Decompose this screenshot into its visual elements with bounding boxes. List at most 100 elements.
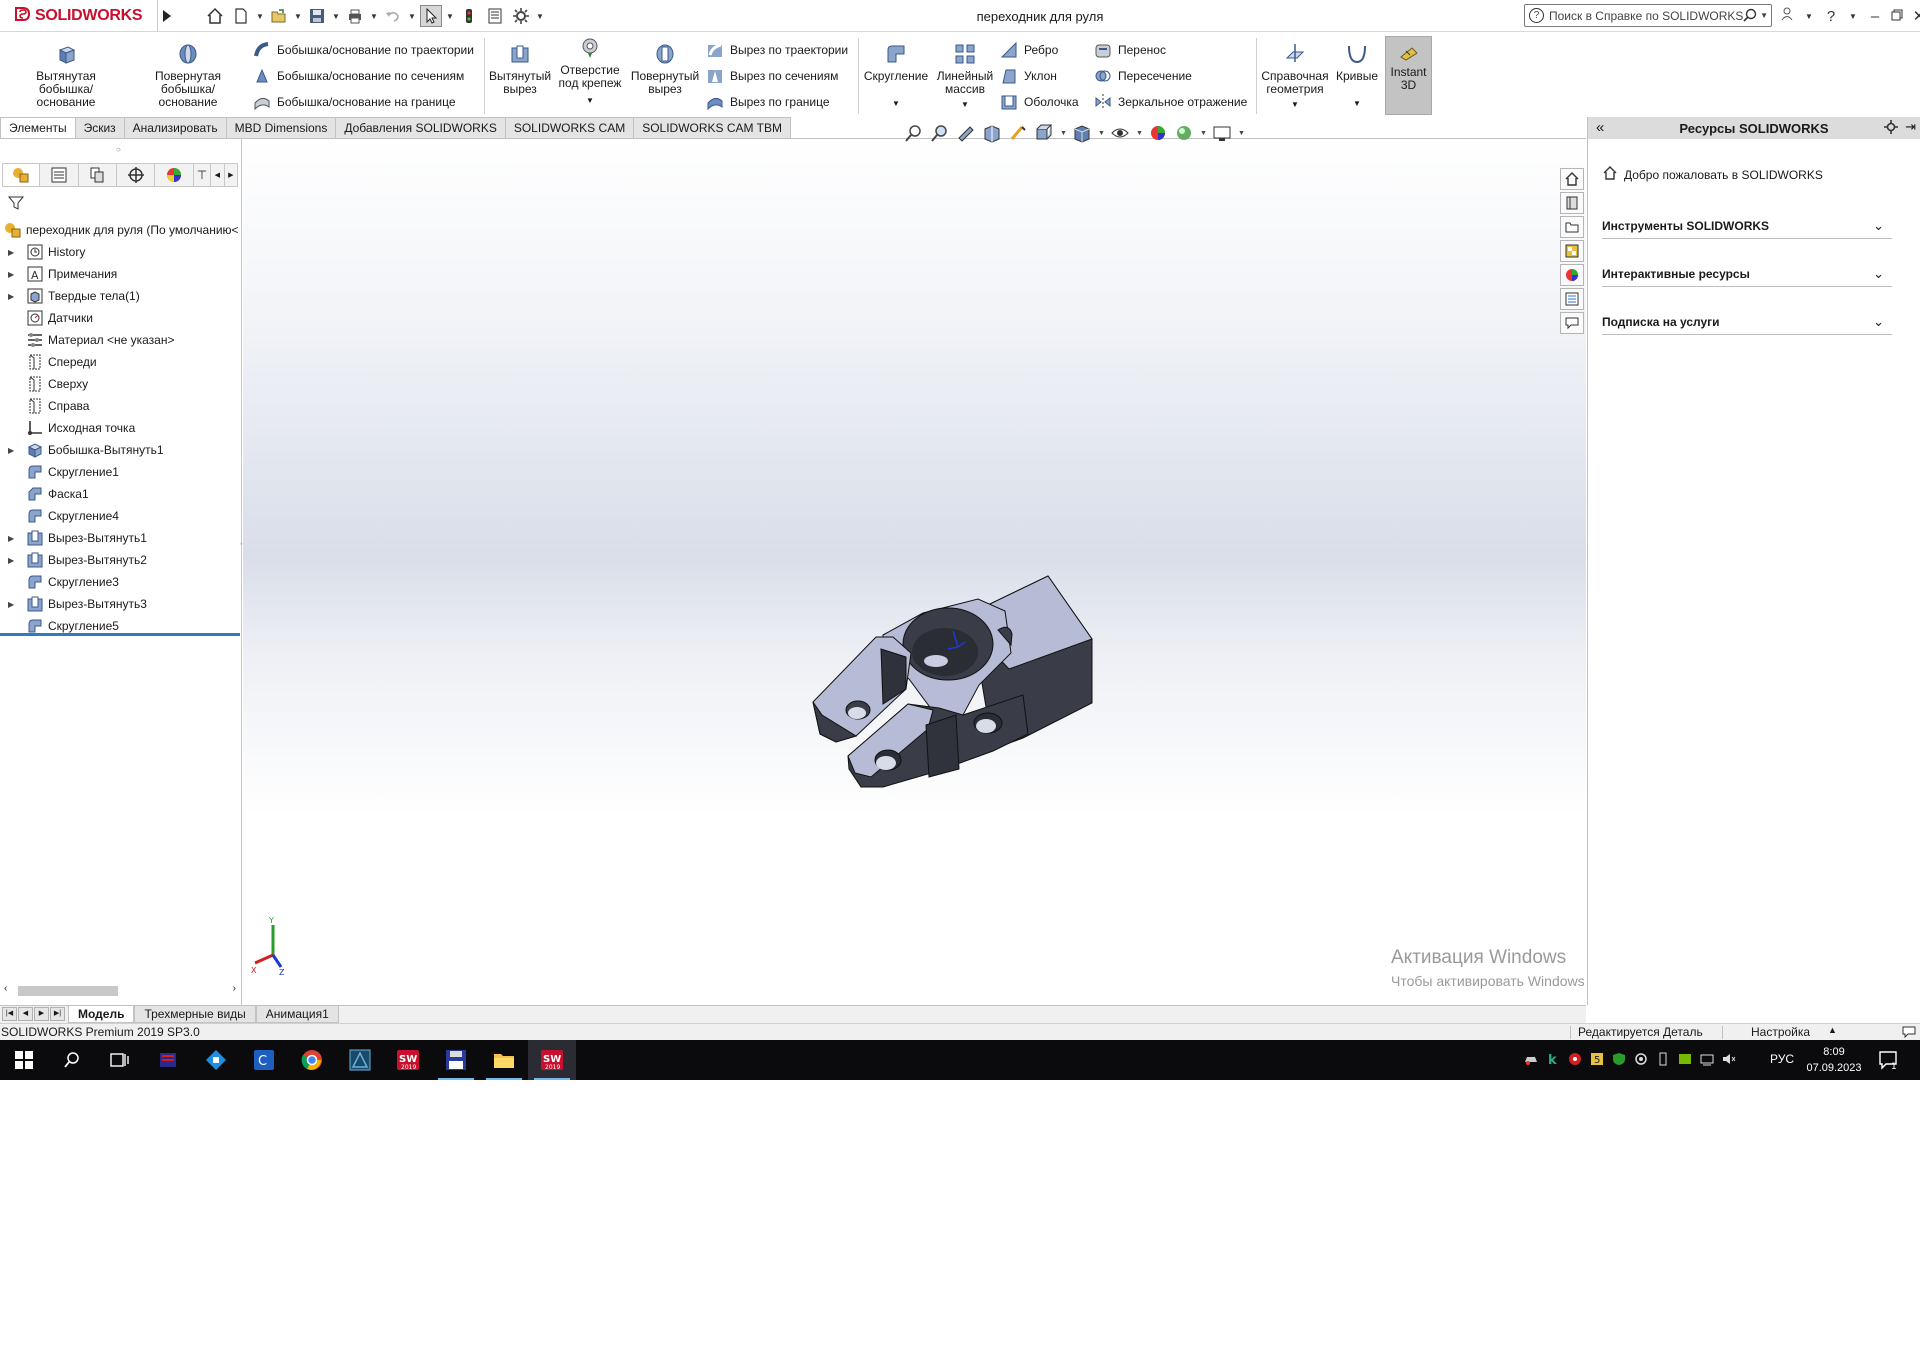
ccleaner-app-icon[interactable]: C	[240, 1040, 288, 1080]
welcome-link[interactable]: Добро пожаловать в SOLIDWORKS	[1602, 165, 1823, 184]
fillet-button[interactable]: Скругление ▼	[862, 42, 930, 110]
chevron-down-icon[interactable]: ▼	[1260, 98, 1330, 111]
tray-red-app-icon[interactable]	[1568, 1052, 1582, 1066]
tray-nvidia-icon[interactable]	[1678, 1052, 1692, 1066]
tree-item[interactable]: Спереди	[0, 351, 240, 373]
scroll-right-icon[interactable]: ›	[233, 983, 236, 994]
view-settings-icon[interactable]	[1212, 123, 1232, 143]
hide-show-items-icon[interactable]	[1110, 123, 1130, 143]
rollback-bar[interactable]	[0, 633, 240, 636]
chevron-down-icon[interactable]: ▼	[1802, 12, 1816, 21]
boundary-cut-button[interactable]: Вырез по границе	[706, 92, 830, 112]
tree-item[interactable]: Материал <не указан>	[0, 329, 240, 351]
tree-root-part[interactable]: переходник для руля (По умолчанию<	[0, 219, 240, 241]
pin-icon[interactable]: ⇥	[1905, 119, 1916, 135]
dimxpert-tab-icon[interactable]	[117, 163, 156, 187]
tree-item[interactable]: ▶ Вырез-Вытянуть3	[0, 593, 240, 615]
design-library-icon[interactable]	[1560, 192, 1584, 214]
search-icon[interactable]	[48, 1040, 96, 1080]
chevron-down-icon[interactable]: ▼	[446, 5, 454, 27]
tree-item[interactable]: ▶ A Примечания	[0, 263, 240, 285]
dynamic-annotation-icon[interactable]	[1008, 123, 1028, 143]
property-manager-tab-icon[interactable]	[40, 163, 79, 187]
expand-arrow-icon[interactable]: ▶	[8, 292, 18, 301]
tab-scroll-left-icon[interactable]: ◀	[211, 163, 225, 187]
tray-sync-icon[interactable]	[1634, 1052, 1648, 1066]
search-icon[interactable]	[1743, 8, 1757, 25]
home-icon[interactable]	[204, 5, 226, 27]
expand-arrow-icon[interactable]: ▶	[8, 556, 18, 565]
expand-arrow-icon[interactable]: ▶	[8, 270, 18, 279]
extruded-cut-button[interactable]: Вытянутый вырез	[488, 42, 552, 96]
windows-start-icon[interactable]	[0, 1040, 48, 1080]
tray-wifi-icon[interactable]	[1700, 1052, 1714, 1066]
lofted-boss-button[interactable]: Бобышка/основание по сечениям	[253, 66, 464, 86]
tab-animation[interactable]: Анимация1	[255, 1006, 339, 1023]
chevron-up-icon[interactable]: ▲	[1828, 1025, 1837, 1035]
units-customize[interactable]: Настройка	[1751, 1025, 1810, 1039]
expand-arrow-icon[interactable]: ▶	[8, 446, 18, 455]
rib-button[interactable]: Ребро	[1000, 40, 1058, 60]
tree-item[interactable]: Скругление4	[0, 505, 240, 527]
expand-arrow-icon[interactable]: ▶	[8, 534, 18, 543]
mirror-button[interactable]: Зеркальное отражение	[1094, 92, 1247, 112]
previous-view-icon[interactable]	[956, 123, 976, 143]
notification-center-icon[interactable]: 1	[1878, 1050, 1900, 1073]
tray-shield-icon[interactable]	[1612, 1052, 1626, 1066]
horizontal-scrollbar[interactable]: ‹ ›	[4, 983, 236, 999]
zoom-to-fit-icon[interactable]	[904, 123, 924, 143]
clock[interactable]: 8:09 07.09.2023	[1806, 1044, 1862, 1076]
chevron-down-icon[interactable]: ▼	[1760, 11, 1768, 20]
tooltip-icon[interactable]	[1902, 1024, 1916, 1041]
help-search-input[interactable]: ? Поиск в Справке по SOLIDWORKS ▼	[1524, 4, 1772, 27]
wrap-button[interactable]: Перенос	[1094, 40, 1166, 60]
tree-item[interactable]: ▶ History	[0, 241, 240, 263]
tree-item[interactable]: Справа	[0, 395, 240, 417]
display-manager-tab-icon[interactable]	[155, 163, 194, 187]
tab-mbd-dimensions[interactable]: MBD Dimensions	[226, 117, 337, 139]
chevron-down-icon[interactable]: ▼	[1238, 130, 1245, 137]
tray-number-five-icon[interactable]: 5	[1590, 1052, 1604, 1066]
revolved-boss-button[interactable]: Повернутая бобышка/основание	[132, 42, 244, 109]
chevron-down-icon[interactable]: ⌄	[1873, 266, 1884, 282]
lofted-cut-button[interactable]: Вырез по сечениям	[706, 66, 838, 86]
extruded-boss-button[interactable]: Вытянутая бобышка/основание	[10, 42, 122, 109]
forum-icon[interactable]	[1560, 312, 1584, 334]
expand-menu-icon[interactable]	[160, 6, 174, 26]
print-icon[interactable]	[344, 5, 366, 27]
save-icon[interactable]	[306, 5, 328, 27]
tray-kaspersky-icon[interactable]: k	[1546, 1052, 1560, 1068]
chevron-down-icon[interactable]: ▼	[256, 5, 264, 27]
expand-arrow-icon[interactable]: ▶	[8, 600, 18, 609]
tab-solidworks-cam[interactable]: SOLIDWORKS CAM	[505, 117, 635, 139]
tree-item[interactable]: Фаска1	[0, 483, 240, 505]
tab-3d-views[interactable]: Трехмерные виды	[134, 1006, 256, 1023]
tree-item[interactable]: ▶ Твердые тела(1)	[0, 285, 240, 307]
appearances-icon[interactable]	[1560, 264, 1584, 286]
filter-icon[interactable]	[7, 195, 26, 213]
gear-icon[interactable]	[1884, 120, 1898, 137]
hole-wizard-button[interactable]: Отверстие под крепеж ▼	[554, 36, 626, 107]
configuration-manager-tab-icon[interactable]	[78, 163, 118, 187]
select-cursor-icon[interactable]	[420, 5, 442, 27]
tree-item[interactable]: ▶ Вырез-Вытянуть1	[0, 527, 240, 549]
help-menu-icon[interactable]: ?	[1824, 8, 1838, 25]
options-gear-icon[interactable]	[510, 5, 532, 27]
graphics-area[interactable]: Y X Z Активация Windows Чтобы активирова…	[243, 139, 1586, 1005]
section-view-icon[interactable]	[982, 123, 1002, 143]
tree-item[interactable]: Исходная точка	[0, 417, 240, 439]
custom-properties-icon[interactable]	[1560, 288, 1584, 310]
user-account-icon[interactable]	[1780, 7, 1794, 25]
rebuild-icon[interactable]	[458, 5, 480, 27]
tab-solidworks-cam-tbm[interactable]: SOLIDWORKS CAM TBM	[634, 117, 791, 139]
close-icon[interactable]: ✕	[1912, 7, 1920, 25]
shell-button[interactable]: Оболочка	[1000, 92, 1079, 112]
tree-item[interactable]: ▶ Бобышка-Вытянуть1	[0, 439, 240, 461]
app-launcher-icon[interactable]	[144, 1040, 192, 1080]
undo-icon[interactable]	[382, 5, 404, 27]
linear-pattern-button[interactable]: Линейный массив ▼	[934, 42, 996, 111]
tree-item[interactable]: Скругление1	[0, 461, 240, 483]
reference-geometry-button[interactable]: Справочная геометрия ▼	[1260, 42, 1330, 111]
swept-cut-button[interactable]: Вырез по траектории	[706, 40, 848, 60]
tab-model[interactable]: Модель	[68, 1006, 135, 1023]
